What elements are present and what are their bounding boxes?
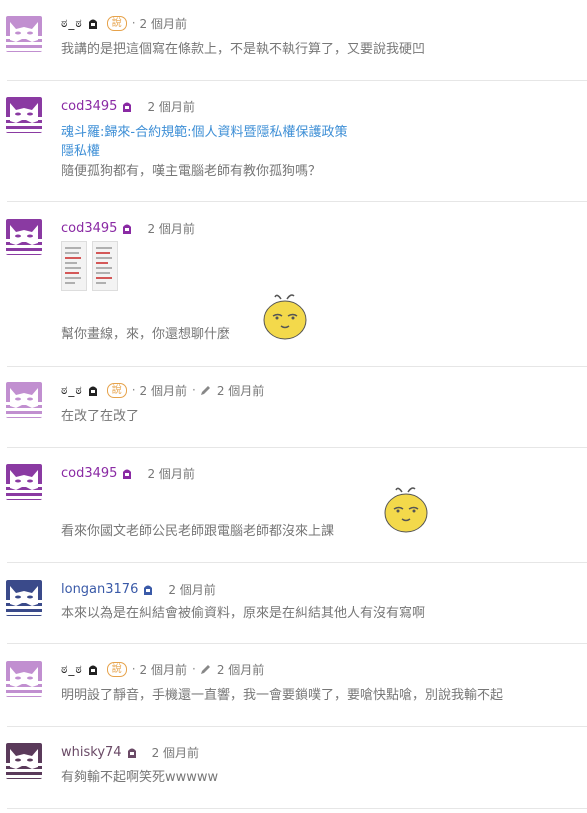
comment-meta: whisky74 2 個月前 — [61, 743, 199, 761]
divider — [7, 201, 587, 202]
status-badge: 說 — [106, 382, 127, 398]
avatar[interactable] — [6, 743, 42, 779]
status-badge: 說 — [106, 661, 127, 677]
divider — [7, 726, 587, 727]
avatar[interactable] — [6, 464, 42, 500]
avatar[interactable] — [6, 219, 42, 255]
timestamp[interactable]: 2 個月前 — [140, 15, 187, 32]
emoticon-sticker — [261, 293, 309, 341]
pencil-icon — [200, 385, 211, 396]
separator: · — [191, 383, 196, 397]
comment-text: 在改了在改了 — [61, 409, 140, 424]
comment-meta: ಠ_ಠ 說 · 2 個月前 · 2 個月前 — [61, 660, 264, 678]
username[interactable]: cod3495 — [61, 466, 117, 481]
karma-icon — [142, 583, 154, 596]
comment-meta: ಠ_ಠ 說 · 2 個月前 · 2 個月前 — [61, 381, 264, 399]
username[interactable]: cod3495 — [61, 99, 117, 114]
timestamp[interactable]: 2 個月前 — [168, 581, 215, 598]
divider — [7, 643, 587, 644]
comment-meta: longan3176 2 個月前 — [61, 580, 216, 598]
comment-text: 明明設了靜音，手機還一直響，我一會要鎖噗了，要嗆快點嗆，別說我輸不起 — [61, 688, 504, 703]
timestamp[interactable]: 2 個月前 — [147, 220, 194, 237]
comment-meta: cod3495 2 個月前 — [61, 219, 195, 237]
username[interactable]: cod3495 — [61, 221, 117, 236]
edited-timestamp: 2 個月前 — [216, 383, 265, 398]
karma-icon — [87, 384, 99, 397]
comment-text: 有夠輸不起啊笑死wwwww — [61, 770, 219, 785]
comment-text: 我講的是把這個寫在條款上，不是執不執行算了，又要說我硬凹 — [61, 42, 426, 57]
avatar[interactable] — [6, 97, 42, 133]
avatar[interactable] — [6, 16, 42, 52]
karma-icon — [121, 100, 133, 113]
image-thumbnail[interactable] — [61, 241, 87, 291]
divider — [7, 80, 587, 81]
link[interactable]: 隱私權 — [61, 140, 100, 159]
username[interactable]: whisky74 — [61, 745, 122, 760]
timestamp[interactable]: 2 個月前 — [147, 98, 194, 115]
karma-icon — [126, 746, 138, 759]
comment-text: 本來以為是在糾結會被偷資料，原來是在糾結其他人有沒有寫啊 — [61, 606, 426, 621]
username[interactable]: ಠ_ಠ — [61, 662, 83, 677]
edited-timestamp: 2 個月前 — [216, 662, 265, 677]
image-thumbnail[interactable] — [92, 241, 118, 291]
separator: · — [191, 662, 196, 676]
timestamp[interactable]: 2 個月前 — [147, 465, 194, 482]
avatar[interactable] — [6, 661, 42, 697]
comment-meta: cod3495 2 個月前 — [61, 97, 195, 115]
separator: · — [131, 16, 136, 30]
timestamp[interactable]: 2 個月前 — [140, 382, 187, 399]
comment-meta: cod3495 2 個月前 — [61, 464, 195, 482]
comment-text: 隨便孤狗都有，嘆主電腦老師有教你孤狗嗎？ — [61, 164, 322, 179]
timestamp[interactable]: 2 個月前 — [140, 661, 187, 678]
username[interactable]: longan3176 — [61, 582, 138, 597]
comment-text: 看來你國文老師公民老師跟電腦老師都沒來上課 — [61, 524, 335, 539]
username[interactable]: ಠ_ಠ — [61, 16, 83, 31]
avatar[interactable] — [6, 382, 42, 418]
comment-text: 幫你畫線，來，你還想聊什麼 — [61, 327, 231, 342]
status-badge: 說 — [106, 15, 127, 31]
karma-icon — [121, 222, 133, 235]
karma-icon — [121, 467, 133, 480]
avatar[interactable] — [6, 580, 42, 616]
karma-icon — [87, 663, 99, 676]
separator: · — [131, 662, 136, 676]
separator: · — [131, 383, 136, 397]
divider — [7, 447, 587, 448]
divider — [7, 562, 587, 563]
link[interactable]: 魂斗羅:歸來-合約規範:個人資料暨隱私權保護政策 — [61, 121, 347, 140]
pencil-icon — [200, 664, 211, 675]
username[interactable]: ಠ_ಠ — [61, 383, 83, 398]
comment-meta: ಠ_ಠ 說 · 2 個月前 — [61, 14, 187, 32]
emoticon-sticker — [382, 486, 430, 534]
karma-icon — [87, 17, 99, 30]
divider — [7, 808, 587, 809]
divider — [7, 366, 587, 367]
timestamp[interactable]: 2 個月前 — [152, 744, 199, 761]
